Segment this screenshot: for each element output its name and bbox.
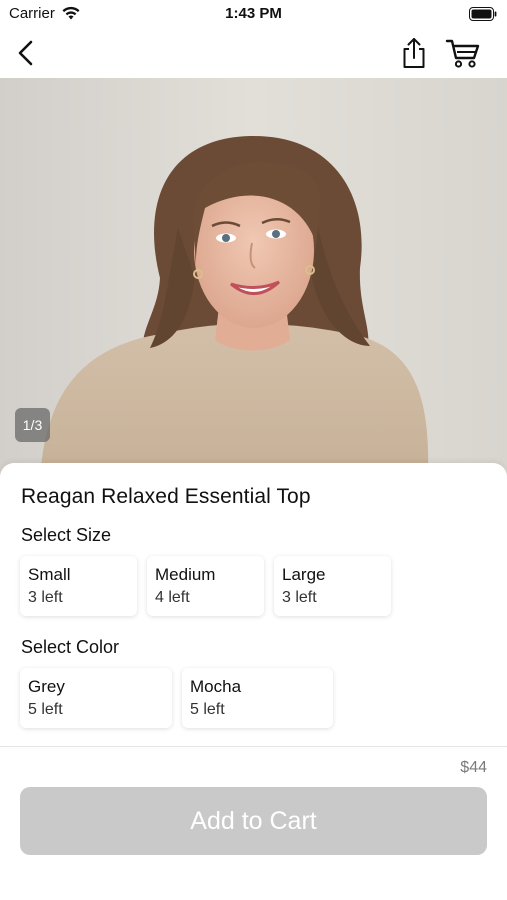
size-name: Medium (155, 565, 216, 584)
size-option-medium[interactable]: Medium 4 left (147, 556, 264, 616)
battery-icon (469, 7, 497, 21)
share-button[interactable] (397, 34, 431, 72)
back-button[interactable] (10, 36, 42, 70)
cart-icon (445, 39, 480, 68)
share-icon (403, 38, 425, 68)
size-option-small[interactable]: Small 3 left (20, 556, 137, 616)
product-price: $44 (460, 759, 487, 776)
color-section-label: Select Color (21, 637, 120, 657)
navigation-bar (0, 28, 507, 78)
size-stock: 3 left (282, 589, 317, 606)
size-option-large[interactable]: Large 3 left (274, 556, 391, 616)
footer-divider (0, 746, 507, 747)
color-name: Grey (28, 677, 65, 696)
color-option-mocha[interactable]: Mocha 5 left (182, 668, 333, 728)
size-name: Large (282, 565, 326, 584)
size-stock: 3 left (28, 589, 63, 606)
cart-button[interactable] (443, 34, 483, 72)
product-photo[interactable] (0, 78, 507, 478)
status-bar: Carrier 1:43 PM (0, 0, 507, 28)
add-to-cart-button[interactable]: Add to Cart (20, 787, 487, 855)
product-title: Reagan Relaxed Essential Top (21, 485, 311, 508)
size-stock: 4 left (155, 589, 190, 606)
color-name: Mocha (190, 677, 242, 696)
status-time: 1:43 PM (225, 5, 282, 22)
color-stock: 5 left (28, 701, 63, 718)
color-option-grey[interactable]: Grey 5 left (20, 668, 172, 728)
size-name: Small (28, 565, 71, 584)
back-chevron-icon (18, 40, 33, 66)
size-section-label: Select Size (21, 525, 112, 545)
color-stock: 5 left (190, 701, 225, 718)
image-page-counter: 1/3 (15, 408, 50, 442)
product-details-sheet: Reagan Relaxed Essential Top Select Size… (0, 463, 507, 748)
